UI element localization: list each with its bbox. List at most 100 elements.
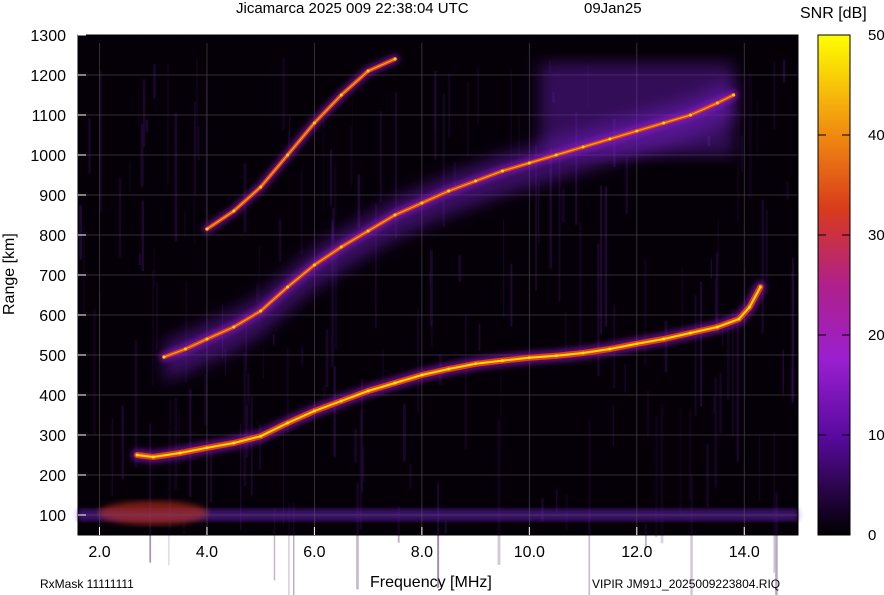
noise-streak	[278, 219, 282, 262]
noise-streak	[100, 71, 102, 213]
noise-streak	[510, 263, 513, 327]
trace-point	[635, 342, 639, 346]
trace-point	[162, 355, 166, 359]
noise-streak	[301, 346, 304, 366]
trace-point	[715, 101, 719, 105]
x-tick-label: 8.0	[411, 544, 433, 561]
noise-streak	[714, 376, 718, 488]
noise-streak	[737, 112, 740, 222]
noise-streak	[134, 340, 138, 468]
trace-point	[259, 309, 263, 313]
y-tick-label: 1000	[30, 148, 66, 165]
trace-point	[554, 354, 558, 358]
trace-point	[339, 93, 343, 97]
noise-streak	[118, 177, 121, 258]
trace-point	[259, 434, 263, 438]
noise-streak	[478, 323, 481, 351]
noise-streak	[624, 363, 626, 393]
y-tick-label: 200	[39, 468, 66, 485]
noise-streak	[357, 174, 361, 228]
y-tick-label: 100	[39, 508, 66, 525]
noise-streak	[759, 434, 761, 502]
noise-streak	[660, 404, 664, 544]
noise-streak	[448, 73, 450, 138]
trace-point	[737, 317, 741, 321]
trace-point	[393, 381, 397, 385]
trace-point	[501, 169, 504, 173]
noise-streak	[282, 57, 285, 131]
noise-streak	[322, 106, 325, 213]
noise-streak	[717, 218, 720, 264]
noise-streak	[782, 59, 786, 83]
trace-point	[581, 351, 585, 355]
noise-streak	[351, 99, 354, 183]
noise-streak	[93, 309, 96, 436]
y-tick-label: 1200	[30, 68, 66, 85]
trace-point	[447, 189, 451, 193]
colorbar-tick-label: 30	[868, 227, 884, 244]
trace-point	[286, 285, 290, 289]
ionogram-chart: 2.0 4.0 6.0 8.0 10.0 12.0 14.0 100200300400500…	[30, 27, 884, 595]
trace-point	[474, 179, 478, 183]
noise-streak	[152, 270, 154, 387]
colorbar-tick-label: 50	[868, 27, 884, 44]
noise-streak	[625, 155, 628, 214]
noise-streak	[153, 64, 156, 99]
noise-streak	[153, 247, 156, 289]
x-tick-label: 12.0	[621, 544, 652, 561]
noise-streak	[715, 252, 719, 333]
y-tick-label: 600	[39, 308, 66, 325]
x-tick-label: 4.0	[196, 544, 218, 561]
noise-streak	[761, 199, 764, 334]
trace-point	[748, 305, 752, 309]
noise-streak	[732, 309, 734, 438]
noise-streak	[561, 189, 565, 223]
noise-streak	[273, 334, 275, 346]
noise-streak	[325, 329, 329, 388]
noise-streak	[503, 219, 505, 318]
colorbar-tick-label: 20	[868, 327, 884, 344]
trace-point	[205, 227, 209, 231]
trace-point	[527, 356, 531, 360]
trace-point	[339, 399, 343, 403]
noise-streak	[145, 119, 149, 132]
noise-streak	[354, 428, 357, 463]
y-tick-label: 400	[39, 388, 66, 405]
noise-streak	[786, 181, 789, 200]
trace-point	[635, 129, 639, 133]
trace-point	[608, 347, 612, 351]
clutter-hotspot	[98, 501, 209, 525]
trace-point	[662, 121, 666, 125]
trace-point	[205, 446, 209, 450]
noise-streak	[773, 432, 775, 573]
trace-point	[178, 451, 182, 455]
trace-point	[366, 69, 370, 73]
noise-streak	[765, 209, 768, 282]
y-tick-label: 800	[39, 228, 66, 245]
trace-point	[339, 245, 343, 249]
trace-point	[501, 359, 504, 363]
trace-point	[135, 453, 139, 457]
noise-streak	[556, 488, 558, 513]
noise-streak	[417, 308, 419, 414]
trace-point	[184, 347, 187, 351]
noise-streak	[350, 126, 352, 188]
noise-streak	[262, 348, 264, 379]
trace-point	[232, 441, 236, 445]
noise-streak	[356, 482, 359, 590]
noise-streak	[579, 221, 582, 355]
x-tick-label: 2.0	[88, 544, 110, 561]
noise-streak	[464, 314, 467, 450]
noise-streak	[719, 372, 722, 433]
noise-streak	[79, 205, 82, 260]
noise-streak	[250, 396, 253, 496]
x-tick-label: 6.0	[303, 544, 325, 561]
noise-streak	[429, 249, 433, 326]
noise-streak	[362, 447, 365, 483]
noise-streak	[700, 281, 703, 407]
noise-streak	[121, 405, 124, 480]
noise-streak	[111, 417, 113, 497]
colorbar	[817, 34, 851, 536]
trace-point	[312, 121, 316, 125]
noise-streak	[736, 313, 739, 462]
